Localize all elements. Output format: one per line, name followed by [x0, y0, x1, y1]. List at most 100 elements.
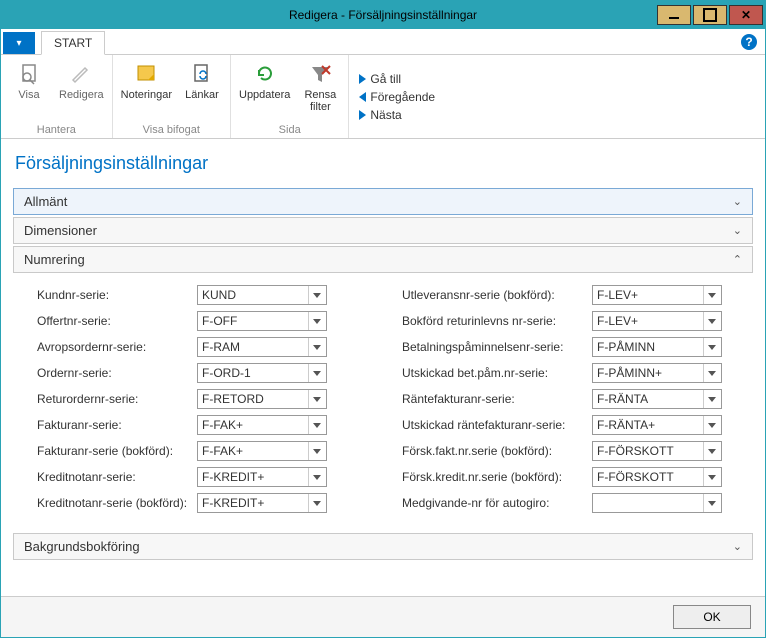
field-label: Försk.fakt.nr.serie (bokförd): [402, 444, 592, 458]
chevron-down-icon: ⌄ [733, 540, 742, 553]
dropdown-icon [703, 416, 719, 434]
ribbon-group-visa-bifogat-label: Visa bifogat [143, 122, 200, 138]
ribbon-noteringar[interactable]: Noteringar [121, 57, 172, 122]
field-label: Betalningspåminnelsenr-serie: [402, 340, 592, 354]
section-allmant[interactable]: Allmänt ⌄ [13, 188, 753, 215]
window-controls [657, 5, 765, 25]
field-label: Utskickad räntefakturanr-serie: [402, 418, 592, 432]
dropdown-icon [308, 286, 324, 304]
dropdown-icon [703, 442, 719, 460]
footer: OK [1, 596, 765, 637]
refresh-icon [252, 61, 278, 87]
section-numrering-label: Numrering [24, 252, 85, 267]
offertnr-serie-combo[interactable]: F-OFF [197, 311, 327, 331]
section-allmant-label: Allmänt [24, 194, 67, 209]
field-label: Fakturanr-serie: [37, 418, 197, 432]
section-dimensioner-label: Dimensioner [24, 223, 97, 238]
kreditnotanr-serie-combo[interactable]: F-KREDIT+ [197, 467, 327, 487]
section-bakgrundsbokforing[interactable]: Bakgrundsbokföring ⌄ [13, 533, 753, 560]
ribbon-visa[interactable]: Visa [9, 57, 49, 122]
ordernr-serie-combo[interactable]: F-ORD-1 [197, 363, 327, 383]
dropdown-icon [308, 312, 324, 330]
ribbon-redigera[interactable]: Redigera [59, 57, 104, 122]
nav-foregaende[interactable]: Föregående [359, 90, 435, 104]
returordernr-serie-combo[interactable]: F-RETORD [197, 389, 327, 409]
ribbon-lankar-label: Länkar [185, 89, 219, 101]
dropdown-icon [703, 286, 719, 304]
betalningspaminnelsenr-combo[interactable]: F-PÅMINN [592, 337, 722, 357]
section-dimensioner[interactable]: Dimensioner ⌄ [13, 217, 753, 244]
help-icon[interactable]: ? [741, 34, 757, 50]
dropdown-icon [703, 312, 719, 330]
ribbon: Visa Redigera Hantera Noteringar [1, 55, 765, 139]
fakturanr-serie-bokford-combo[interactable]: F-FAK+ [197, 441, 327, 461]
titlebar: Redigera - Försäljningsinställningar [1, 1, 765, 29]
tabstrip: ▾ START ? [1, 29, 765, 55]
rantefakturanr-combo[interactable]: F-RÄNTA [592, 389, 722, 409]
medgivande-autogiro-combo[interactable] [592, 493, 722, 513]
fields-right-col: Utleveransnr-serie (bokförd):F-LEV+ Bokf… [402, 285, 743, 519]
bokford-returinlevns-combo[interactable]: F-LEV+ [592, 311, 722, 331]
forsk-fakt-combo[interactable]: F-FÖRSKOTT [592, 441, 722, 461]
nav-ga-till[interactable]: Gå till [359, 72, 435, 86]
minimize-button[interactable] [657, 5, 691, 25]
ribbon-group-sida: Uppdatera Rensa filter Sida [231, 55, 349, 138]
field-label: Medgivande-nr för autogiro: [402, 496, 592, 510]
kundnr-serie-combo[interactable]: KUND [197, 285, 327, 305]
nav-nasta-label: Nästa [370, 108, 401, 122]
chevron-up-icon: ⌃ [733, 253, 742, 266]
chevron-down-icon: ⌄ [733, 224, 742, 237]
dropdown-icon [308, 494, 324, 512]
ribbon-nav-links: Gå till Föregående Nästa [349, 55, 445, 138]
dropdown-icon [703, 494, 719, 512]
arrow-right-icon [359, 74, 366, 84]
ribbon-visa-label: Visa [18, 89, 39, 101]
tab-start[interactable]: START [41, 31, 105, 55]
file-menu-dropdown[interactable]: ▾ [3, 32, 35, 54]
ribbon-lankar[interactable]: Länkar [182, 57, 222, 122]
section-numrering[interactable]: Numrering ⌃ [13, 246, 753, 273]
utskickad-rantefakturanr-combo[interactable]: F-RÄNTA+ [592, 415, 722, 435]
view-icon [16, 61, 42, 87]
dropdown-icon [703, 390, 719, 408]
field-label: Kundnr-serie: [37, 288, 197, 302]
window-title: Redigera - Försäljningsinställningar [289, 8, 477, 22]
dropdown-icon [308, 364, 324, 382]
arrow-right-icon [359, 110, 366, 120]
maximize-button[interactable] [693, 5, 727, 25]
arrow-left-icon [359, 92, 366, 102]
dropdown-icon [308, 416, 324, 434]
ribbon-rensa-filter-label: Rensa filter [304, 89, 336, 113]
field-label: Avropsordernr-serie: [37, 340, 197, 354]
note-icon [133, 61, 159, 87]
forsk-kredit-combo[interactable]: F-FÖRSKOTT [592, 467, 722, 487]
link-icon [189, 61, 215, 87]
ribbon-group-visa-bifogat: Noteringar Länkar Visa bifogat [113, 55, 231, 138]
edit-icon [68, 61, 94, 87]
ribbon-rensa-filter[interactable]: Rensa filter [300, 57, 340, 122]
utleveransnr-serie-combo[interactable]: F-LEV+ [592, 285, 722, 305]
close-button[interactable] [729, 5, 763, 25]
field-label: Returordernr-serie: [37, 392, 197, 406]
dropdown-icon [308, 442, 324, 460]
nav-nasta[interactable]: Nästa [359, 108, 435, 122]
ribbon-group-hantera: Visa Redigera Hantera [1, 55, 113, 138]
field-label: Kreditnotanr-serie (bokförd): [37, 496, 197, 510]
ribbon-group-sida-label: Sida [279, 122, 301, 138]
field-label: Kreditnotanr-serie: [37, 470, 197, 484]
dropdown-icon [703, 468, 719, 486]
fakturanr-serie-combo[interactable]: F-FAK+ [197, 415, 327, 435]
avropsordernr-serie-combo[interactable]: F-RAM [197, 337, 327, 357]
field-label: Utleveransnr-serie (bokförd): [402, 288, 592, 302]
ribbon-group-hantera-label: Hantera [37, 122, 76, 138]
ok-button[interactable]: OK [673, 605, 751, 629]
ribbon-uppdatera[interactable]: Uppdatera [239, 57, 290, 122]
dropdown-icon [703, 338, 719, 356]
app-window: Redigera - Försäljningsinställningar ▾ S… [0, 0, 766, 638]
dropdown-icon [308, 468, 324, 486]
nav-ga-till-label: Gå till [370, 72, 401, 86]
utskickad-betpam-combo[interactable]: F-PÅMINN+ [592, 363, 722, 383]
field-label: Försk.kredit.nr.serie (bokförd): [402, 470, 592, 484]
kreditnotanr-serie-bokford-combo[interactable]: F-KREDIT+ [197, 493, 327, 513]
section-bakgrundsbokforing-label: Bakgrundsbokföring [24, 539, 140, 554]
